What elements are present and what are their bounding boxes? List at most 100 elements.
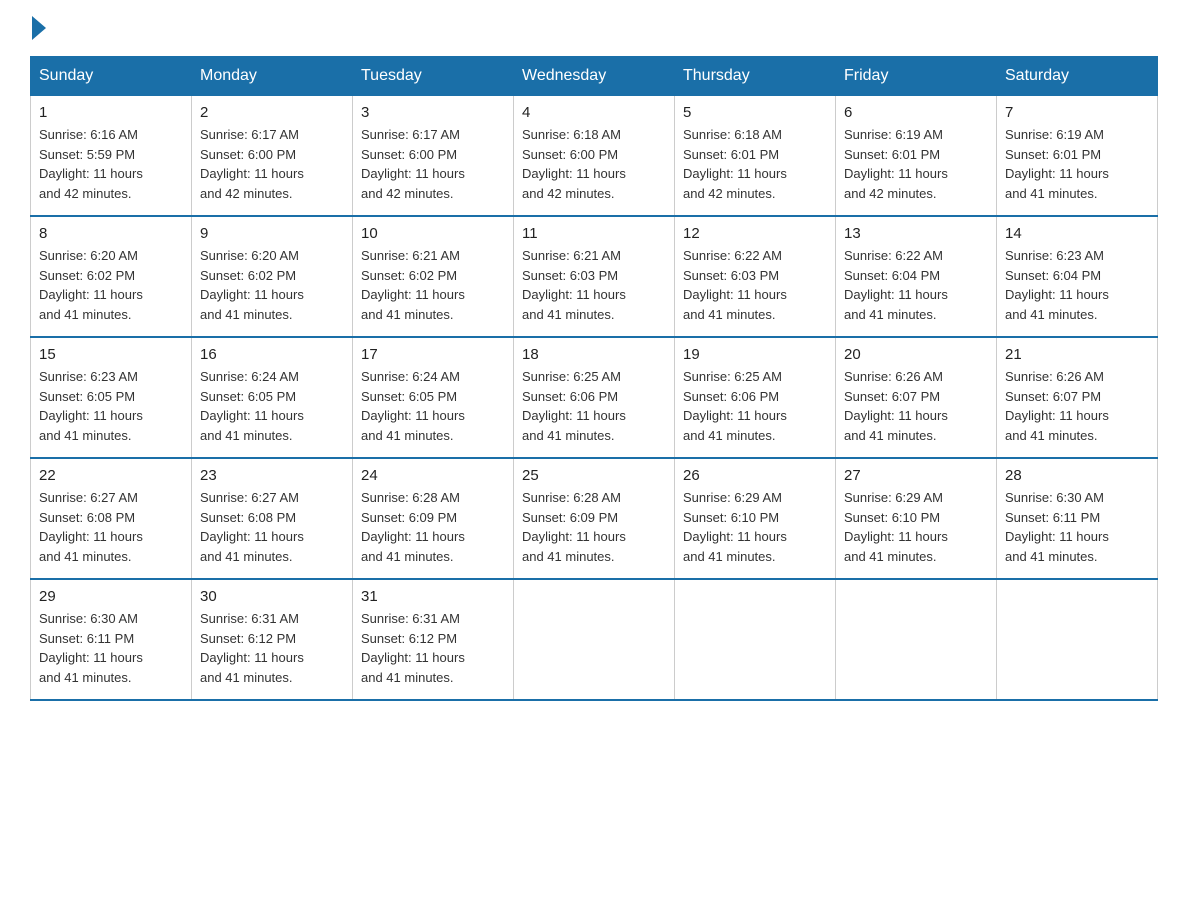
day-cell-3: 3Sunrise: 6:17 AMSunset: 6:00 PMDaylight… [353,96,514,217]
day-number: 29 [39,588,183,605]
day-info: Sunrise: 6:31 AMSunset: 6:12 PMDaylight:… [361,609,505,687]
day-info: Sunrise: 6:25 AMSunset: 6:06 PMDaylight:… [522,367,666,445]
day-info: Sunrise: 6:26 AMSunset: 6:07 PMDaylight:… [844,367,988,445]
day-cell-11: 11Sunrise: 6:21 AMSunset: 6:03 PMDayligh… [514,216,675,337]
logo [30,20,46,36]
day-cell-16: 16 Sunrise: 6:24 AMSunset: 6:05 PMDayligh… [192,337,353,458]
day-info: Sunrise: 6:19 AMSunset: 6:01 PMDaylight:… [844,125,988,203]
day-info: Sunrise: 6:25 AMSunset: 6:06 PMDaylight:… [683,367,827,445]
day-number: 5 [683,104,827,121]
calendar-body: 1 Sunrise: 6:16 AMSunset: 5:59 PMDaylight… [31,96,1158,701]
calendar-header: SundayMondayTuesdayWednesdayThursdayFrid… [31,57,1158,96]
day-cell-12: 12Sunrise: 6:22 AMSunset: 6:03 PMDayligh… [675,216,836,337]
day-cell-10: 10 Sunrise: 6:21 AMSunset: 6:02 PMDayligh… [353,216,514,337]
day-number: 12 [683,225,827,242]
day-cell-1: 1 Sunrise: 6:16 AMSunset: 5:59 PMDaylight… [31,96,192,217]
day-cell-2: 2 Sunrise: 6:17 AMSunset: 6:00 PMDaylight… [192,96,353,217]
day-cell-18: 18 Sunrise: 6:25 AMSunset: 6:06 PMDayligh… [514,337,675,458]
day-info: Sunrise: 6:22 AMSunset: 6:04 PMDaylight:… [844,246,988,324]
day-info: Sunrise: 6:26 AMSunset: 6:07 PMDaylight:… [1005,367,1149,445]
day-number: 30 [200,588,344,605]
day-header-tuesday: Tuesday [353,57,514,96]
day-number: 16 [200,346,344,363]
day-info: Sunrise: 6:18 AMSunset: 6:01 PMDaylight:… [683,125,827,203]
day-header-saturday: Saturday [997,57,1158,96]
day-cell-31: 31 Sunrise: 6:31 AMSunset: 6:12 PMDayligh… [353,579,514,700]
day-cell-21: 21 Sunrise: 6:26 AMSunset: 6:07 PMDayligh… [997,337,1158,458]
day-info: Sunrise: 6:17 AMSunset: 6:00 PMDaylight:… [361,125,505,203]
day-number: 27 [844,467,988,484]
page-header [30,20,1158,36]
day-cell-14: 14 Sunrise: 6:23 AMSunset: 6:04 PMDayligh… [997,216,1158,337]
day-cell-26: 26 Sunrise: 6:29 AMSunset: 6:10 PMDayligh… [675,458,836,579]
day-number: 18 [522,346,666,363]
day-header-wednesday: Wednesday [514,57,675,96]
day-header-thursday: Thursday [675,57,836,96]
day-cell-22: 22Sunrise: 6:27 AMSunset: 6:08 PMDayligh… [31,458,192,579]
day-cell-20: 20 Sunrise: 6:26 AMSunset: 6:07 PMDayligh… [836,337,997,458]
week-row-4: 22 Sunrise: 6:27 AMSunset: 6:08 PMDayligh… [31,458,1158,579]
day-header-sunday: Sunday [31,57,192,96]
day-cell-29: 29 Sunrise: 6:30 AMSunset: 6:11 PMDayligh… [31,579,192,700]
day-cell-23: 23 Sunrise: 6:27 AMSunset: 6:08 PMDayligh… [192,458,353,579]
day-info: Sunrise: 6:20 AMSunset: 6:02 PMDaylight:… [200,246,344,324]
day-number: 14 [1005,225,1149,242]
day-info: Sunrise: 6:17 AMSunset: 6:00 PMDaylight:… [200,125,344,203]
day-cell-15: 15 Sunrise: 6:23 AMSunset: 6:05 PMDayligh… [31,337,192,458]
day-number: 8 [39,225,183,242]
day-info: Sunrise: 6:31 AMSunset: 6:12 PMDaylight:… [200,609,344,687]
day-number: 9 [200,225,344,242]
day-number: 20 [844,346,988,363]
day-info: Sunrise: 6:21 AMSunset: 6:02 PMDaylight:… [361,246,505,324]
day-number: 2 [200,104,344,121]
day-cell-28: 28 Sunrise: 6:30 AMSunset: 6:11 PMDayligh… [997,458,1158,579]
day-info: Sunrise: 6:19 AMSunset: 6:01 PMDaylight:… [1005,125,1149,203]
day-number: 24 [361,467,505,484]
empty-cell [514,579,675,700]
day-info: Sunrise: 6:24 AMSunset: 6:05 PMDaylight:… [200,367,344,445]
day-info: Sunrise: 6:30 AMSunset: 6:11 PMDaylight:… [39,609,183,687]
day-info: Sunrise: 6:27 AMSunset: 6:08 PMDaylight:… [200,488,344,566]
day-cell-30: 30 Sunrise: 6:31 AMSunset: 6:12 PMDayligh… [192,579,353,700]
day-cell-13: 13Sunrise: 6:22 AMSunset: 6:04 PMDayligh… [836,216,997,337]
day-info: Sunrise: 6:23 AMSunset: 6:04 PMDaylight:… [1005,246,1149,324]
day-info: Sunrise: 6:24 AMSunset: 6:05 PMDaylight:… [361,367,505,445]
day-number: 28 [1005,467,1149,484]
day-cell-8: 8 Sunrise: 6:20 AMSunset: 6:02 PMDaylight… [31,216,192,337]
week-row-1: 1 Sunrise: 6:16 AMSunset: 5:59 PMDaylight… [31,96,1158,217]
day-cell-25: 25Sunrise: 6:28 AMSunset: 6:09 PMDayligh… [514,458,675,579]
day-number: 15 [39,346,183,363]
day-number: 23 [200,467,344,484]
empty-cell [997,579,1158,700]
day-cell-5: 5 Sunrise: 6:18 AMSunset: 6:01 PMDaylight… [675,96,836,217]
empty-cell [836,579,997,700]
day-info: Sunrise: 6:30 AMSunset: 6:11 PMDaylight:… [1005,488,1149,566]
logo-arrow-icon [32,16,46,40]
day-number: 6 [844,104,988,121]
day-number: 26 [683,467,827,484]
day-info: Sunrise: 6:28 AMSunset: 6:09 PMDaylight:… [361,488,505,566]
day-number: 4 [522,104,666,121]
day-cell-9: 9 Sunrise: 6:20 AMSunset: 6:02 PMDaylight… [192,216,353,337]
day-number: 11 [522,225,666,242]
day-cell-4: 4Sunrise: 6:18 AMSunset: 6:00 PMDaylight… [514,96,675,217]
days-of-week-row: SundayMondayTuesdayWednesdayThursdayFrid… [31,57,1158,96]
day-number: 1 [39,104,183,121]
day-info: Sunrise: 6:29 AMSunset: 6:10 PMDaylight:… [683,488,827,566]
day-cell-19: 19Sunrise: 6:25 AMSunset: 6:06 PMDayligh… [675,337,836,458]
week-row-5: 29 Sunrise: 6:30 AMSunset: 6:11 PMDayligh… [31,579,1158,700]
day-number: 25 [522,467,666,484]
day-cell-17: 17 Sunrise: 6:24 AMSunset: 6:05 PMDayligh… [353,337,514,458]
day-info: Sunrise: 6:20 AMSunset: 6:02 PMDaylight:… [39,246,183,324]
week-row-3: 15 Sunrise: 6:23 AMSunset: 6:05 PMDayligh… [31,337,1158,458]
day-number: 10 [361,225,505,242]
week-row-2: 8 Sunrise: 6:20 AMSunset: 6:02 PMDaylight… [31,216,1158,337]
day-info: Sunrise: 6:23 AMSunset: 6:05 PMDaylight:… [39,367,183,445]
day-number: 17 [361,346,505,363]
day-number: 31 [361,588,505,605]
empty-cell [675,579,836,700]
day-info: Sunrise: 6:16 AMSunset: 5:59 PMDaylight:… [39,125,183,203]
day-number: 21 [1005,346,1149,363]
day-number: 22 [39,467,183,484]
calendar-table: SundayMondayTuesdayWednesdayThursdayFrid… [30,56,1158,701]
